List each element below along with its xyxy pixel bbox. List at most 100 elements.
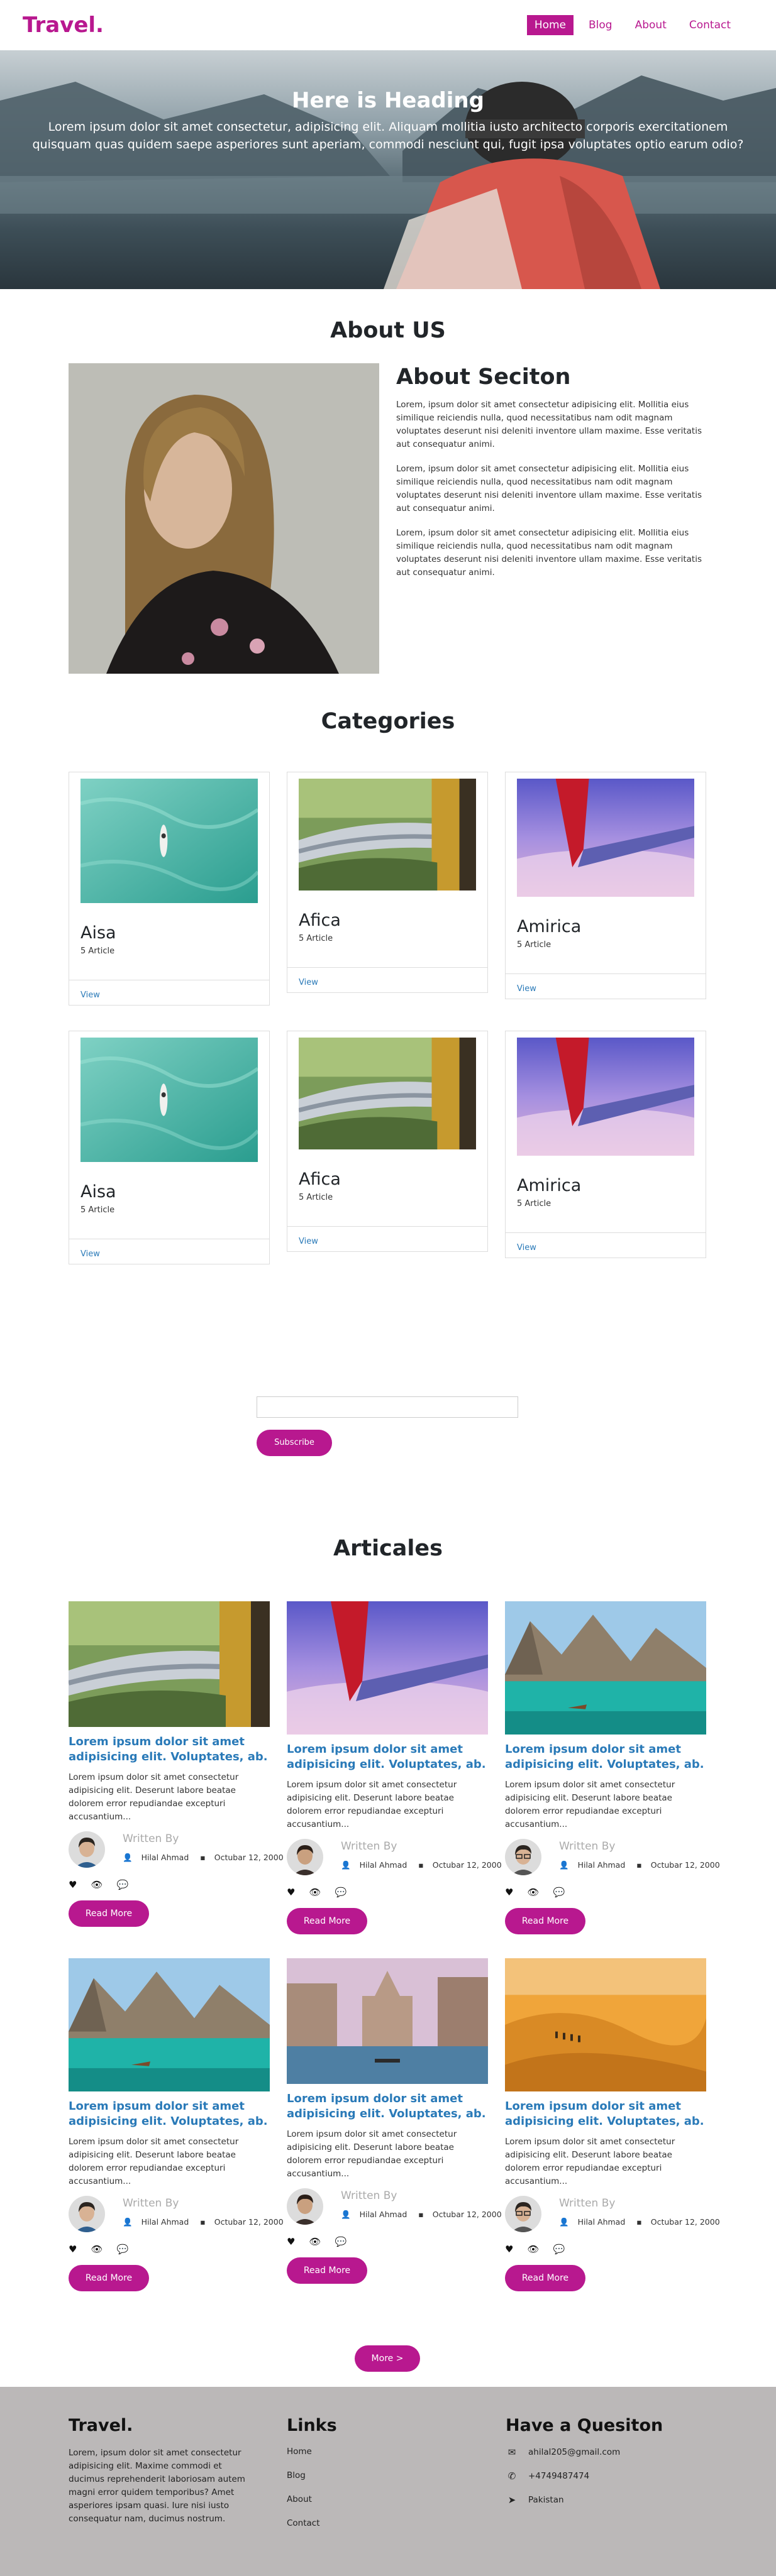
user-icon: 👤 (123, 2217, 133, 2227)
article-card: Lorem ipsum dolor sit amet adipisicing e… (67, 1601, 284, 1927)
category-name: Amirica (517, 1176, 582, 1195)
article-meta: 👤 Hilal Ahmad ▪ Octubar 12, 2000 (341, 1860, 511, 1870)
eye-icon[interactable]: 👁 (91, 1879, 103, 1890)
eye-icon[interactable]: 👁 (309, 1887, 321, 1898)
article-date: Octubar 12, 2000 (650, 1860, 720, 1870)
footer-link-contact[interactable]: Contact (287, 2518, 337, 2528)
nav-link-home[interactable]: Home (526, 15, 574, 35)
about-paragraph: Lorem, ipsum dolor sit amet consectetur … (396, 528, 702, 578)
comment-icon[interactable]: 💬 (335, 1887, 347, 1898)
article-image[interactable] (505, 1601, 706, 1737)
footer-link-home[interactable]: Home (287, 2447, 337, 2457)
hero-title: Here is Heading (292, 88, 484, 113)
calendar-icon: ▪ (418, 2210, 424, 2219)
article-date: Octubar 12, 2000 (214, 1853, 284, 1862)
heart-icon[interactable]: ♥ (69, 1879, 77, 1890)
subscribe-email-input[interactable] (257, 1396, 518, 1418)
article-excerpt: Lorem ipsum dolor sit amet consectetur a… (69, 1772, 239, 1822)
category-article-count: 5 Article (299, 1193, 333, 1202)
article-reactions: ♥ 👁 💬 (505, 1887, 706, 1898)
eye-icon[interactable]: 👁 (91, 2244, 103, 2255)
category-view-link[interactable]: View (299, 1237, 318, 1246)
article-reactions: ♥ 👁 💬 (69, 1879, 270, 1890)
category-view-link[interactable]: View (299, 978, 318, 987)
read-more-button[interactable]: Read More (505, 2265, 585, 2291)
avatar (505, 1839, 541, 1875)
comment-icon[interactable]: 💬 (335, 2236, 347, 2247)
eye-icon[interactable]: 👁 (527, 1887, 539, 1898)
article-reactions: ♥ 👁 💬 (505, 2244, 706, 2255)
article-card: Lorem ipsum dolor sit amet adipisicing e… (505, 1958, 720, 2291)
article-excerpt: Lorem ipsum dolor sit amet consectetur a… (505, 1780, 675, 1829)
article-reactions: ♥ 👁 💬 (287, 2236, 488, 2247)
comment-icon[interactable]: 💬 (117, 2244, 129, 2255)
site-logo[interactable]: Travel. (23, 13, 104, 38)
eye-icon[interactable]: 👁 (309, 2236, 321, 2247)
read-more-button[interactable]: Read More (69, 1900, 149, 1927)
calendar-icon: ▪ (636, 2217, 642, 2227)
article-title[interactable]: Lorem ipsum dolor sit amet adipisicing e… (505, 2099, 706, 2129)
heart-icon[interactable]: ♥ (505, 1887, 513, 1898)
nav-link-contact[interactable]: Contact (682, 15, 738, 35)
article-title[interactable]: Lorem ipsum dolor sit amet adipisicing e… (287, 1742, 488, 1772)
read-more-button[interactable]: Read More (287, 2257, 367, 2284)
category-image (484, 779, 728, 909)
article-image[interactable] (505, 1958, 706, 2094)
comment-icon[interactable]: 💬 (553, 2244, 565, 2255)
footer-link-blog[interactable]: Blog (287, 2470, 337, 2480)
category-name: Aisa (80, 923, 116, 943)
article-excerpt: Lorem ipsum dolor sit amet consectetur a… (69, 2137, 239, 2186)
footer-contact-email: ✉ ahilal205@gmail.com (506, 2447, 663, 2458)
article-title[interactable]: Lorem ipsum dolor sit amet adipisicing e… (69, 2099, 270, 2129)
footer-link-about[interactable]: About (287, 2494, 337, 2504)
article-image[interactable] (287, 1958, 488, 2086)
footer-links-column: Links Home Blog About Contact (287, 2416, 337, 2542)
article-excerpt: Lorem ipsum dolor sit amet consectetur a… (287, 1780, 457, 1829)
nav-link-about[interactable]: About (628, 15, 674, 35)
heart-icon[interactable]: ♥ (505, 2244, 513, 2255)
article-excerpt: Lorem ipsum dolor sit amet consectetur a… (287, 2129, 457, 2179)
more-button[interactable]: More > (355, 2345, 420, 2372)
heart-icon[interactable]: ♥ (287, 2236, 295, 2247)
category-view-link[interactable]: View (517, 1243, 536, 1252)
category-view-link[interactable]: View (517, 984, 536, 994)
category-name: Afica (299, 1170, 341, 1189)
article-title[interactable]: Lorem ipsum dolor sit amet adipisicing e… (287, 2091, 488, 2122)
read-more-button[interactable]: Read More (69, 2265, 149, 2291)
article-card: Lorem ipsum dolor sit amet adipisicing e… (249, 1601, 526, 1934)
avatar (287, 2188, 323, 2225)
comment-icon[interactable]: 💬 (117, 1879, 129, 1890)
heart-icon[interactable]: ♥ (287, 1887, 295, 1898)
footer-contact-location: ➤ Pakistan (506, 2494, 663, 2506)
subscribe-button[interactable]: Subscribe (257, 1430, 332, 1456)
article-image[interactable] (69, 1958, 270, 2094)
category-view-link[interactable]: View (80, 990, 100, 1000)
category-image (80, 1038, 259, 1162)
written-by-label: Written By (341, 1840, 397, 1853)
comment-icon[interactable]: 💬 (553, 1887, 565, 1898)
category-card: Afica 5 Article View (287, 1031, 488, 1252)
article-author: Written By 👤 Hilal Ahmad ▪ Octubar 12, 200… (505, 2196, 720, 2233)
eye-icon[interactable]: 👁 (527, 2244, 539, 2255)
category-card-footer: View (69, 980, 269, 1005)
avatar (69, 1831, 105, 1868)
article-title[interactable]: Lorem ipsum dolor sit amet adipisicing e… (505, 1742, 706, 1772)
user-icon: 👤 (341, 2210, 351, 2219)
heart-icon[interactable]: ♥ (69, 2244, 77, 2255)
footer-brand: Travel. (69, 2416, 133, 2435)
read-more-button[interactable]: Read More (287, 1908, 367, 1934)
category-card: Aisa 5 Article View (69, 1031, 270, 1264)
article-image[interactable] (67, 1601, 270, 1729)
article-reactions: ♥ 👁 💬 (287, 1887, 488, 1898)
article-meta: 👤 Hilal Ahmad ▪ Octubar 12, 2000 (341, 2210, 511, 2220)
article-date: Octubar 12, 2000 (214, 2217, 284, 2227)
category-card-footer: View (287, 1226, 487, 1251)
category-view-link[interactable]: View (80, 1249, 100, 1259)
article-title[interactable]: Lorem ipsum dolor sit amet adipisicing e… (69, 1735, 270, 1765)
article-image[interactable] (249, 1601, 526, 1748)
article-meta: 👤 Hilal Ahmad ▪ Octubar 12, 2000 (559, 1860, 729, 1870)
article-date: Octubar 12, 2000 (432, 1860, 502, 1870)
category-card: Amirica 5 Article View (484, 772, 728, 999)
read-more-button[interactable]: Read More (505, 1908, 585, 1934)
nav-link-blog[interactable]: Blog (581, 15, 620, 35)
